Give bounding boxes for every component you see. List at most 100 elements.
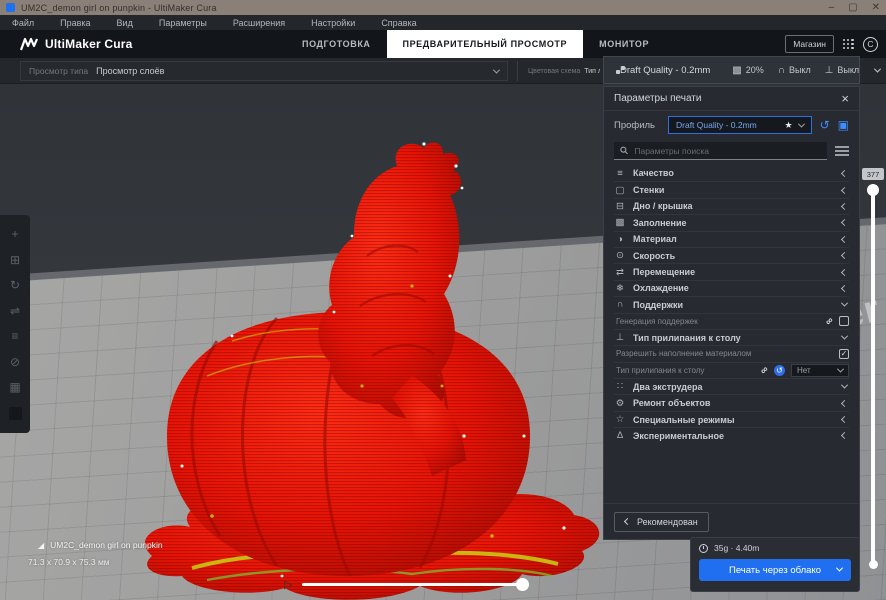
layer-track[interactable] [871, 188, 875, 566]
settings-category-special[interactable]: ☆Специальные режимы [614, 411, 849, 427]
tab-подготовка[interactable]: ПОДГОТОВКА [286, 30, 387, 58]
sliced-model[interactable] [112, 136, 612, 600]
category-label: Перемещение [633, 267, 835, 277]
adhesion-icon: ⊥ [825, 65, 834, 76]
apps-grid-icon[interactable] [843, 39, 854, 50]
category-label: Охлаждение [633, 283, 835, 293]
setting-row[interactable]: Разрешить наполнение материалом✓ [614, 345, 849, 361]
mirror-tool-icon[interactable]: ⇌ [10, 305, 20, 317]
view-type-value: Просмотр слоёв [96, 66, 494, 76]
chevron-left-icon [841, 252, 848, 259]
panel-close-icon[interactable]: × [841, 92, 849, 105]
setting-label: Генерация поддержек [616, 317, 820, 326]
chevron-down-icon [841, 300, 848, 307]
tab-предварительный-просмотр[interactable]: ПРЕДВАРИТЕЛЬНЫЙ ПРОСМОТР [387, 30, 584, 58]
chevron-left-icon [841, 219, 848, 226]
chevron-down-icon[interactable] [836, 565, 843, 572]
menu-item-параметры[interactable]: Параметры [159, 18, 207, 28]
close-button[interactable]: ✕ [872, 3, 880, 13]
chevron-left-icon [624, 518, 631, 525]
marketplace-button[interactable]: Магазин [785, 35, 834, 53]
revert-profile-icon[interactable]: ↺ [820, 119, 830, 131]
speed-icon: ⊙ [614, 250, 626, 261]
menu-item-настройки[interactable]: Настройки [311, 18, 355, 28]
settings-category-travel[interactable]: ⇄Перемещение [614, 263, 849, 279]
play-icon[interactable]: ▷ [284, 578, 292, 591]
layer-number-badge: 377 [862, 168, 884, 180]
walls-icon: ▢ [614, 185, 626, 196]
category-label: Дно / крышка [633, 201, 835, 211]
dual-icon: ∷ [614, 381, 626, 392]
settings-category-dual[interactable]: ∷Два экструдера [614, 378, 849, 394]
settings-category-experimental[interactable]: ΔЭкспериментальное [614, 427, 849, 443]
move-tool-icon[interactable]: + [11, 228, 18, 240]
chevron-left-icon [841, 285, 848, 292]
account-avatar[interactable]: C [863, 37, 878, 52]
chevron-down-icon [837, 365, 844, 372]
settings-category-meshfix[interactable]: ⚙Ремонт объектов [614, 394, 849, 410]
menu-item-справка[interactable]: Справка [381, 18, 416, 28]
summary-infill: ▩ 20% [732, 65, 763, 76]
stage-tabs: ПОДГОТОВКАПРЕДВАРИТЕЛЬНЫЙ ПРОСМОТРМОНИТО… [286, 30, 665, 58]
settings-category-cooling[interactable]: ❄Охлаждение [614, 280, 849, 296]
per-model-settings-icon[interactable]: ≡ [11, 330, 18, 342]
summary-support: ∩ Выкл [778, 65, 811, 76]
star-icon: ★ [785, 120, 793, 131]
layer-handle-bottom[interactable] [869, 560, 878, 569]
title-bar: UM2C_demon girl on punpkin - UltiMaker C… [0, 0, 886, 15]
settings-category-infill[interactable]: ▩Заполнение [614, 214, 849, 230]
layer-slider[interactable]: 377 [862, 84, 886, 584]
settings-category-support[interactable]: ∩Поддержки [614, 296, 849, 312]
category-label: Поддержки [633, 300, 835, 310]
settings-search[interactable] [614, 142, 827, 160]
search-icon [620, 146, 628, 155]
settings-menu-icon[interactable] [835, 146, 849, 156]
setting-dropdown[interactable]: Нет [791, 364, 849, 377]
scale-tool-icon[interactable]: ⊞ [10, 254, 20, 266]
revert-value-icon[interactable]: ↺ [774, 365, 785, 376]
setting-row[interactable]: Тип прилипания к столу∞↺Нет [614, 362, 849, 378]
custom-tool-icon[interactable]: ▦ [9, 381, 20, 393]
maximize-button[interactable]: ▢ [848, 3, 857, 13]
rotate-tool-icon[interactable]: ↻ [10, 279, 20, 291]
minimize-button[interactable]: – [829, 3, 835, 13]
adhesion-icon: ⊥ [614, 332, 626, 343]
category-label: Ремонт объектов [633, 398, 835, 408]
setting-checkbox[interactable] [839, 316, 849, 326]
settings-category-speed[interactable]: ⊙Скорость [614, 247, 849, 263]
simulation-track[interactable] [302, 583, 527, 586]
print-settings-panel: Параметры печати × Профиль Draft Quality… [603, 86, 860, 540]
chevron-left-icon [841, 268, 848, 275]
color-scheme-value: Тип линии [584, 68, 600, 75]
chevron-left-icon [841, 203, 848, 210]
settings-category-quality[interactable]: ≡Качество [614, 165, 849, 181]
search-input[interactable] [634, 146, 821, 156]
print-settings-summary[interactable]: Draft Quality - 0.2mm ▩ 20% ∩ Выкл ⊥ Вык… [603, 56, 860, 84]
model-info: ◢ UM2C_demon girl on punpkin 71.3 x 70.9… [28, 540, 163, 567]
menu-item-расширения[interactable]: Расширения [233, 18, 285, 28]
menu-item-правка[interactable]: Правка [60, 18, 90, 28]
color-scheme-dropdown[interactable]: Цветовая схема Тип линии [524, 61, 600, 81]
tab-монитор[interactable]: МОНИТОР [583, 30, 665, 58]
setting-checkbox[interactable]: ✓ [839, 349, 849, 359]
print-via-cloud-button[interactable]: Печать через облако [699, 559, 851, 581]
setting-row[interactable]: Генерация поддержек∞ [614, 313, 849, 329]
settings-category-topbottom[interactable]: ⊟Дно / крышка [614, 198, 849, 214]
simulation-slider[interactable]: ▷ [284, 578, 527, 591]
chevron-down-icon [798, 120, 805, 127]
menu-item-файл[interactable]: Файл [12, 18, 34, 28]
menu-item-вид[interactable]: Вид [117, 18, 133, 28]
layer-handle-top[interactable] [867, 184, 879, 196]
settings-category-walls[interactable]: ▢Стенки [614, 181, 849, 197]
color-scheme-label: Цветовая схема [528, 68, 580, 75]
save-profile-icon[interactable]: ▣ [838, 119, 849, 131]
special-icon: ☆ [614, 414, 626, 425]
settings-category-material[interactable]: ◑Материал [614, 231, 849, 247]
settings-category-adhesion[interactable]: ⊥Тип прилипания к столу [614, 329, 849, 345]
support-blocker-icon[interactable]: ⊘ [10, 356, 20, 368]
recommended-mode-button[interactable]: Рекомендован [614, 512, 709, 532]
chevron-down-icon [841, 382, 848, 389]
profile-dropdown[interactable]: Draft Quality - 0.2mm ★ [668, 116, 812, 134]
view-type-dropdown[interactable]: Просмотр типа Просмотр слоёв [20, 61, 508, 81]
model-name[interactable]: UM2C_demon girl on punpkin [50, 540, 162, 550]
